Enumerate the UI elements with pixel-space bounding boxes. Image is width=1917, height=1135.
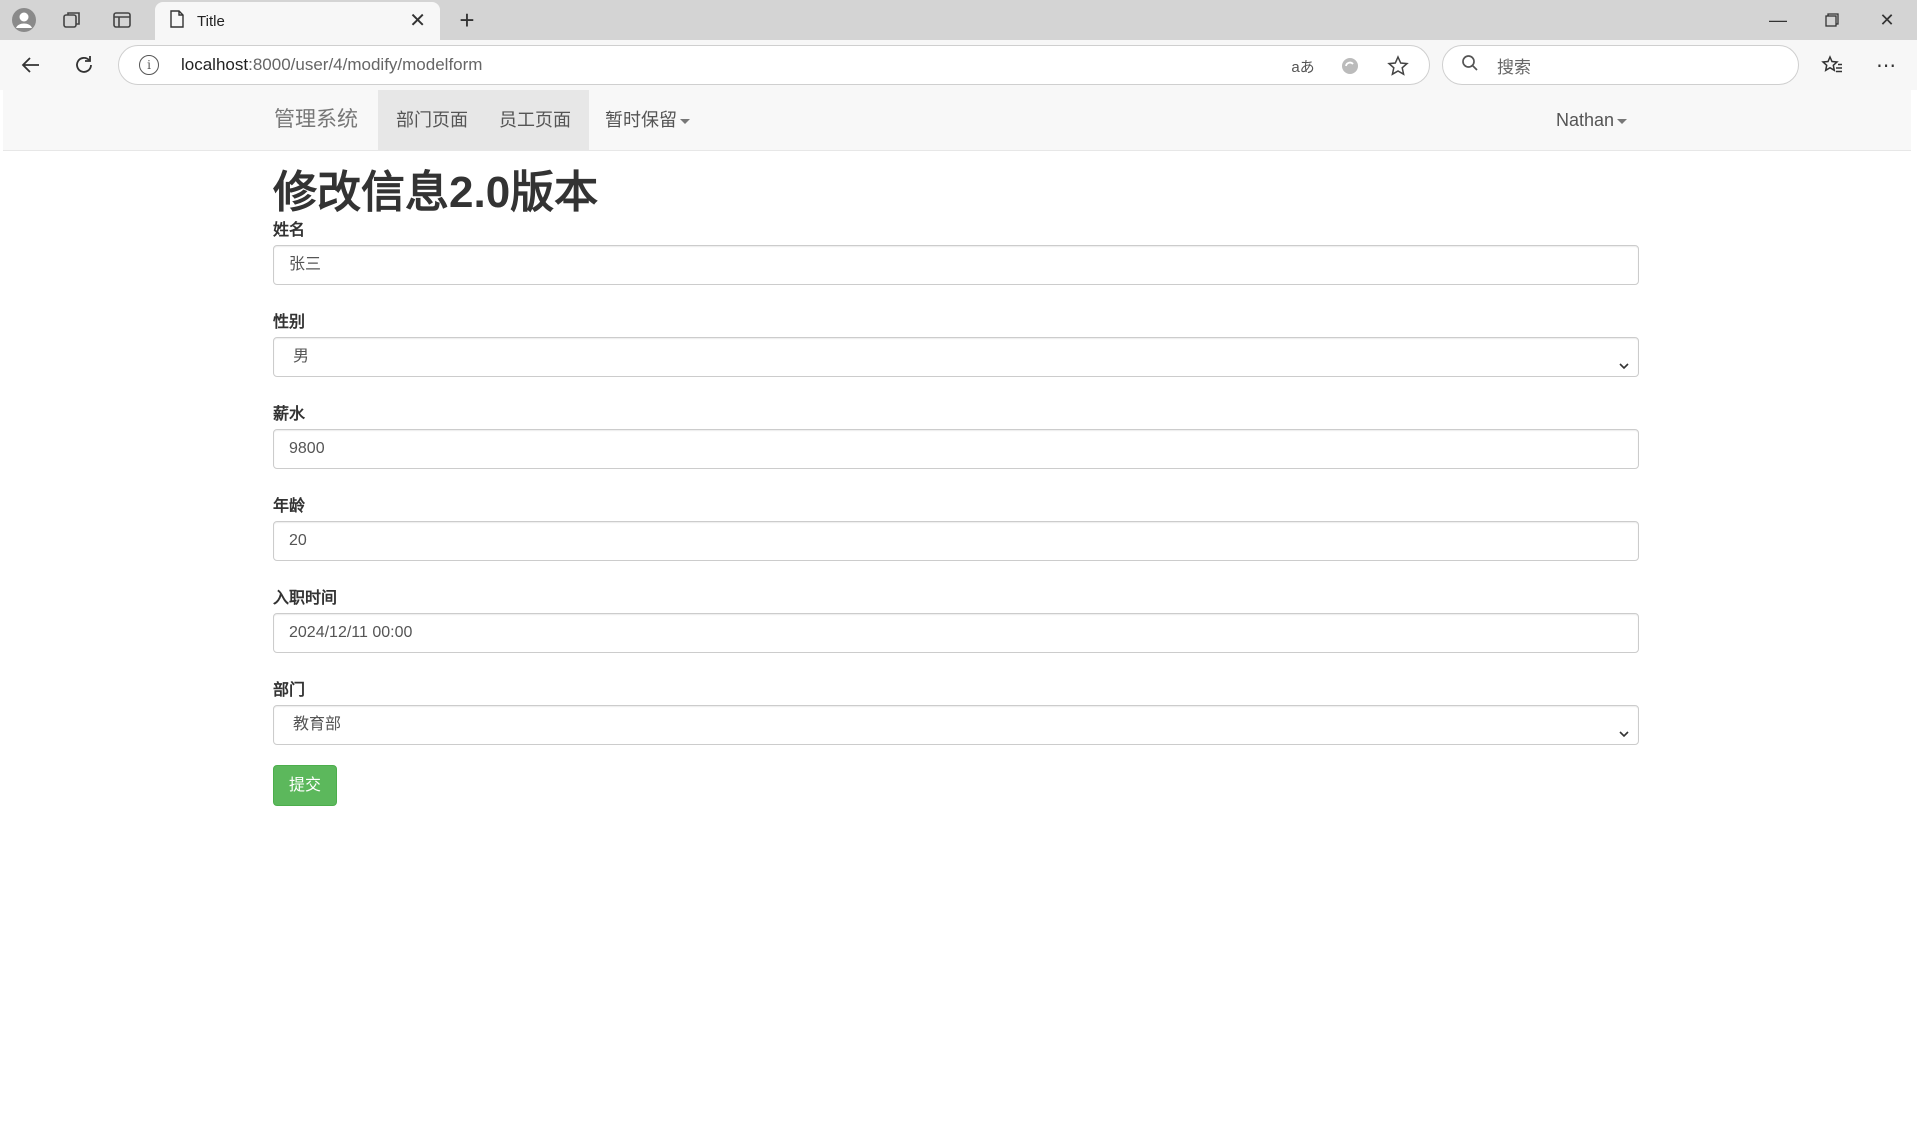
hire-date-input[interactable]: 2024/12/11 00:00 [273,613,1639,653]
submit-button[interactable]: 提交 [273,765,338,806]
age-label: 年龄 [273,498,306,515]
salary-input[interactable]: 9800 [273,429,1639,469]
top-navbar: 管理系统 部门页面 员工页面 暂时保留 Nathan [3,90,1911,151]
edge-refresh-icon[interactable] [1336,54,1364,78]
tab-title: Title [197,12,225,30]
form-group-hire-date: 入职时间 2024/12/11 00:00 [273,587,1643,653]
page-title: 修改信息2.0版本 [273,168,599,217]
favorite-star-icon[interactable] [1384,54,1412,78]
page-icon [169,10,185,32]
search-box[interactable]: 搜索 [1442,45,1799,85]
site-info-icon[interactable]: i [139,55,159,75]
restore-icon[interactable] [1805,0,1859,40]
chevron-down-icon [1618,717,1630,755]
form-group-department: 部门 教育部 [273,679,1643,745]
close-window-icon[interactable]: ✕ [1860,0,1914,40]
gender-select[interactable]: 男 [273,337,1639,377]
close-tab-icon[interactable]: ✕ [409,11,426,31]
user-menu-dropdown[interactable]: Nathan [1538,90,1645,150]
navbar-brand[interactable]: 管理系统 [274,90,358,150]
user-name: Nathan [1556,110,1615,130]
translate-icon[interactable]: aあ [1289,54,1317,78]
nav-item-employees[interactable]: 员工页面 [481,90,589,150]
refresh-icon[interactable] [66,48,102,82]
department-select[interactable]: 教育部 [273,705,1639,745]
gender-label: 性别 [273,314,306,331]
url-text: localhost:8000/user/4/modify/modelform [181,55,483,74]
caret-down-icon [680,118,690,124]
search-icon [1461,54,1479,77]
name-label: 姓名 [273,222,306,239]
page-viewport: 管理系统 部门页面 员工页面 暂时保留 Nathan 修改信息2.0版本 姓名 … [3,90,1911,1135]
chevron-down-icon [1618,349,1630,387]
address-bar[interactable]: i localhost:8000/user/4/modify/modelform… [118,45,1430,85]
new-tab-icon[interactable]: + [450,5,484,35]
age-input[interactable]: 20 [273,521,1639,561]
nav-item-reserved-label: 暂时保留 [605,110,677,130]
profile-icon[interactable] [6,6,42,34]
form-group-age: 年龄 20 [273,495,1643,561]
nav-item-reserved-dropdown[interactable]: 暂时保留 [587,90,708,150]
minimize-icon[interactable]: — [1751,0,1805,40]
browser-tab-bar: Title ✕ + — ✕ [0,0,1917,40]
form-group-gender: 性别 男 [273,311,1643,377]
caret-down-icon [1617,118,1628,124]
browser-tab[interactable]: Title ✕ [155,2,440,40]
back-icon[interactable] [13,48,49,82]
hire-date-label: 入职时间 [273,590,338,607]
nav-item-departments[interactable]: 部门页面 [378,90,486,150]
department-selected-value: 教育部 [293,716,342,733]
browser-toolbar: i localhost:8000/user/4/modify/modelform… [0,40,1917,90]
more-options-icon[interactable]: ⋯ [1868,48,1904,82]
form-group-salary: 薪水 9800 [273,403,1643,469]
gender-selected-value: 男 [293,348,310,365]
form-group-name: 姓名 张三 [273,219,1643,285]
department-label: 部门 [273,682,306,699]
name-input[interactable]: 张三 [273,245,1639,285]
vertical-tabs-icon[interactable] [104,6,140,34]
workspaces-icon[interactable] [54,6,90,34]
salary-label: 薪水 [273,406,306,423]
favorites-icon[interactable] [1814,48,1850,82]
search-placeholder: 搜索 [1497,57,1531,77]
main-container: 修改信息2.0版本 姓名 张三 性别 男 薪水 9800 年龄 20 入职时间 … [273,151,1643,806]
